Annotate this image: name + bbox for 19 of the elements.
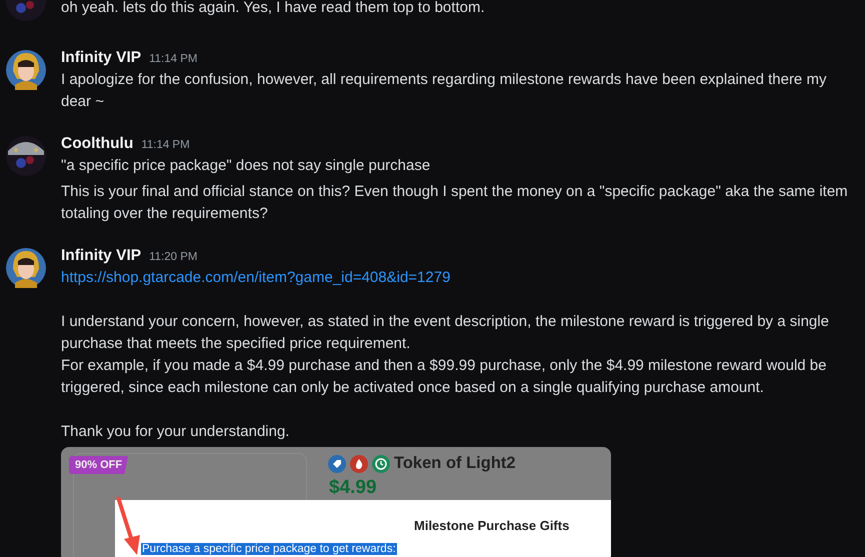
timestamp: 11:14 PM [141,138,190,153]
message-text: "a specific price package" does not say single purchase [61,156,432,176]
message-text: This is your final and official stance on this? Even though I spent the money on a "specific package" aka the same item totaling over the requirements? [61,182,849,224]
message-text: oh yeah. lets do this again. Yes, I have read them top to bottom. [61,0,486,18]
author-name[interactable]: Coolthulu [61,133,134,155]
timestamp: 11:14 PM [149,52,198,67]
author-name[interactable]: Infinity VIP [61,245,142,267]
timestamp: 11:20 PM [149,250,198,265]
message-text: For example, if you made a $4.99 purchase and then a $99.99 purchase, only the $4.99 milestone reward would be triggered, since each milestone can only be activated once based on a single qualifying purchase amount. [61,356,828,398]
message-text: I understand your concern, however, as stated in the event description, the milestone reward is triggered by a single purchase that meets the specified price requirement. [61,312,830,354]
discount-badge: 90% OFF [69,456,128,474]
product-title: Token of Light2 [394,454,516,473]
highlighted-text: Purchase a specific price package to get rewards: [141,543,397,555]
message-text: Thank you for your understanding. [61,422,290,442]
dialog-title: Milestone Purchase Gifts [414,518,570,533]
link[interactable]: https://shop.gtarcade.com/en/item?game_id=408&id=1279 [61,267,450,289]
author-name[interactable]: Infinity VIP [61,47,142,69]
product-price: $4.99 [329,477,377,499]
message-text: I apologize for the confusion, however, all requirements regarding milestone rewards have been explained there my dear ~ [61,70,828,112]
